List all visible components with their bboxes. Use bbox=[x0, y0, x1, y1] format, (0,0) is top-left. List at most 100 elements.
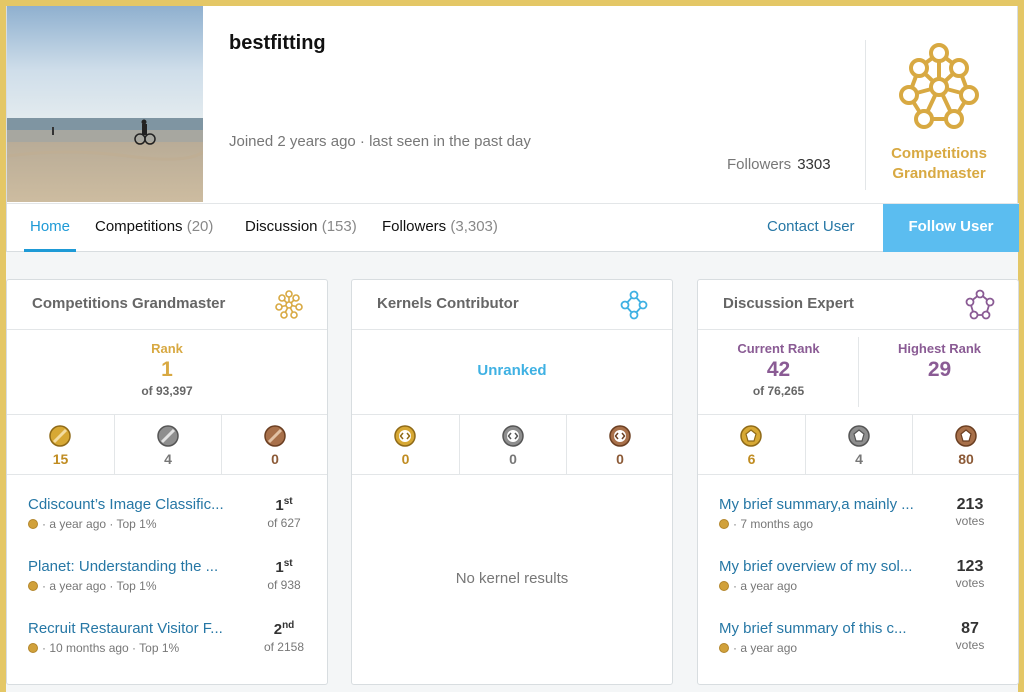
follow-user-button[interactable]: Follow User bbox=[883, 204, 1019, 252]
tab-followers[interactable]: Followers (3,303) bbox=[382, 204, 498, 252]
highest-rank-value: 29 bbox=[927, 358, 952, 381]
kernels-card-header: Kernels Contributor bbox=[352, 280, 672, 330]
competition-meta: · a year ago · Top 1% bbox=[28, 517, 157, 531]
discussion-meta: · a year ago bbox=[719, 579, 797, 593]
tab-home[interactable]: Home bbox=[24, 204, 77, 252]
competition-place: 2nd of 2158 bbox=[259, 620, 309, 654]
discussion-medals: 6 4 80 bbox=[698, 415, 1018, 475]
discussion-votes: 213 votes bbox=[950, 496, 990, 528]
followers-summary: Followers 3303 bbox=[727, 156, 831, 173]
gold-dot-icon bbox=[719, 581, 729, 591]
discussion-title[interactable]: My brief summary of this c... bbox=[719, 620, 907, 637]
gold-medal-icon bbox=[49, 425, 71, 447]
gold-medal-cell: 15 bbox=[7, 415, 114, 475]
place-of: of 938 bbox=[267, 578, 301, 592]
silver-medal-icon bbox=[157, 425, 179, 447]
tab-discussion[interactable]: Discussion (153) bbox=[245, 204, 357, 252]
competition-place: 1st of 938 bbox=[259, 558, 309, 592]
bronze-medal-count: 80 bbox=[958, 451, 974, 467]
bronze-discussion-medal-icon bbox=[955, 425, 977, 447]
silver-medal-cell: 4 bbox=[114, 415, 221, 475]
votes-label: votes bbox=[955, 576, 985, 590]
competitions-medals: 15 4 0 bbox=[7, 415, 327, 475]
discussion-meta: · 7 months ago bbox=[719, 517, 813, 531]
votes-count: 87 bbox=[961, 620, 979, 637]
gold-dot-icon bbox=[28, 519, 38, 529]
silver-medal-cell: 0 bbox=[459, 415, 566, 475]
contact-user-link[interactable]: Contact User bbox=[767, 204, 855, 252]
kernels-card: Kernels Contributor Unranked 0 0 0 No ke… bbox=[351, 279, 673, 685]
votes-count: 213 bbox=[956, 496, 984, 513]
no-kernel-results: No kernel results bbox=[455, 570, 569, 587]
silver-medal-cell: 4 bbox=[805, 415, 912, 475]
tab-competitions-label: Competitions bbox=[95, 218, 183, 235]
discussion-item[interactable]: My brief summary of this c... · a year a… bbox=[698, 620, 1018, 682]
gold-discussion-medal-icon bbox=[740, 425, 762, 447]
discussion-card-header: Discussion Expert bbox=[698, 280, 1018, 330]
profile-tabs: Home Competitions (20) Discussion (153) … bbox=[7, 203, 1019, 252]
tab-competitions[interactable]: Competitions (20) bbox=[95, 204, 213, 252]
gold-medal-count: 15 bbox=[52, 451, 69, 467]
competitions-card: Competitions Grandmaster Rank 1 of 93,39… bbox=[6, 279, 328, 685]
gold-medal-cell: 0 bbox=[352, 415, 459, 475]
bronze-code-medal-icon bbox=[609, 425, 631, 447]
grandmaster-tier-icon bbox=[899, 43, 979, 129]
competition-meta-text: · 10 months ago · Top 1% bbox=[42, 641, 180, 655]
competition-meta-text: · a year ago · Top 1% bbox=[42, 517, 157, 531]
grandmaster-icon bbox=[275, 290, 303, 319]
highest-rank-label: Highest Rank bbox=[897, 341, 982, 356]
bronze-medal-cell: 80 bbox=[912, 415, 1018, 475]
competition-title[interactable]: Planet: Understanding the ... bbox=[28, 558, 218, 575]
gold-dot-icon bbox=[28, 581, 38, 591]
competition-title[interactable]: Cdiscount’s Image Classific... bbox=[28, 496, 224, 513]
discussion-meta-text: · a year ago bbox=[733, 579, 798, 593]
gold-code-medal-icon bbox=[394, 425, 416, 447]
place-of: of 2158 bbox=[263, 640, 305, 654]
followers-label: Followers bbox=[727, 156, 792, 173]
silver-medal-count: 4 bbox=[855, 451, 863, 467]
competition-meta: · a year ago · Top 1% bbox=[28, 579, 157, 593]
competition-item[interactable]: Recruit Restaurant Visitor F... · 10 mon… bbox=[7, 620, 327, 682]
competition-meta: · 10 months ago · Top 1% bbox=[28, 641, 179, 655]
profile-header: bestfitting Joined 2 years ago · last se… bbox=[6, 6, 1019, 252]
votes-label: votes bbox=[955, 638, 985, 652]
discussion-item[interactable]: My brief summary,a mainly ... · 7 months… bbox=[698, 496, 1018, 558]
discussion-meta: · a year ago bbox=[719, 641, 797, 655]
discussion-rank: Current Rank 42 of 76,265 Highest Rank 2… bbox=[698, 330, 1018, 415]
competition-item[interactable]: Cdiscount’s Image Classific... · a year … bbox=[7, 496, 327, 558]
votes-count: 123 bbox=[956, 558, 984, 575]
username: bestfitting bbox=[229, 32, 326, 54]
silver-code-medal-icon bbox=[502, 425, 524, 447]
discussion-meta-text: · a year ago bbox=[733, 641, 798, 655]
kernels-unranked: Unranked bbox=[477, 362, 547, 379]
competition-title[interactable]: Recruit Restaurant Visitor F... bbox=[28, 620, 223, 637]
tab-followers-count: (3,303) bbox=[450, 218, 498, 235]
discussion-title[interactable]: My brief summary,a mainly ... bbox=[719, 496, 914, 513]
header-divider bbox=[865, 40, 866, 190]
place-value: 1 bbox=[275, 559, 284, 576]
place-suffix: st bbox=[283, 558, 293, 569]
competition-place: 1st of 627 bbox=[259, 496, 309, 530]
votes-label: votes bbox=[955, 514, 985, 528]
profile-photo bbox=[7, 6, 203, 202]
discussion-item[interactable]: My brief overview of my sol... · a year … bbox=[698, 558, 1018, 620]
tab-competitions-count: (20) bbox=[186, 218, 214, 235]
gold-dot-icon bbox=[28, 643, 38, 653]
gold-dot-icon bbox=[719, 519, 729, 529]
discussion-votes: 87 votes bbox=[950, 620, 990, 652]
tab-home-label: Home bbox=[30, 218, 71, 235]
competitions-card-title: Competitions Grandmaster bbox=[32, 295, 226, 312]
discussion-title[interactable]: My brief overview of my sol... bbox=[719, 558, 912, 575]
tier-label-line2: Grandmaster bbox=[892, 165, 986, 182]
kernels-rank: Unranked bbox=[352, 330, 672, 415]
highest-rank: Highest Rank 29 bbox=[859, 341, 1018, 382]
silver-medal-count: 0 bbox=[509, 451, 517, 467]
gold-medal-count: 0 bbox=[401, 451, 410, 467]
tab-discussion-count: (153) bbox=[321, 218, 357, 235]
current-rank-of: of 76,265 bbox=[752, 384, 805, 398]
discussion-meta-text: · 7 months ago bbox=[733, 517, 814, 531]
tab-discussion-label: Discussion bbox=[245, 218, 318, 235]
discussion-card: Discussion Expert Current Rank 42 of 76,… bbox=[697, 279, 1019, 685]
tier-label: Competitions Grandmaster bbox=[871, 144, 1007, 184]
competition-item[interactable]: Planet: Understanding the ... · a year a… bbox=[7, 558, 327, 620]
